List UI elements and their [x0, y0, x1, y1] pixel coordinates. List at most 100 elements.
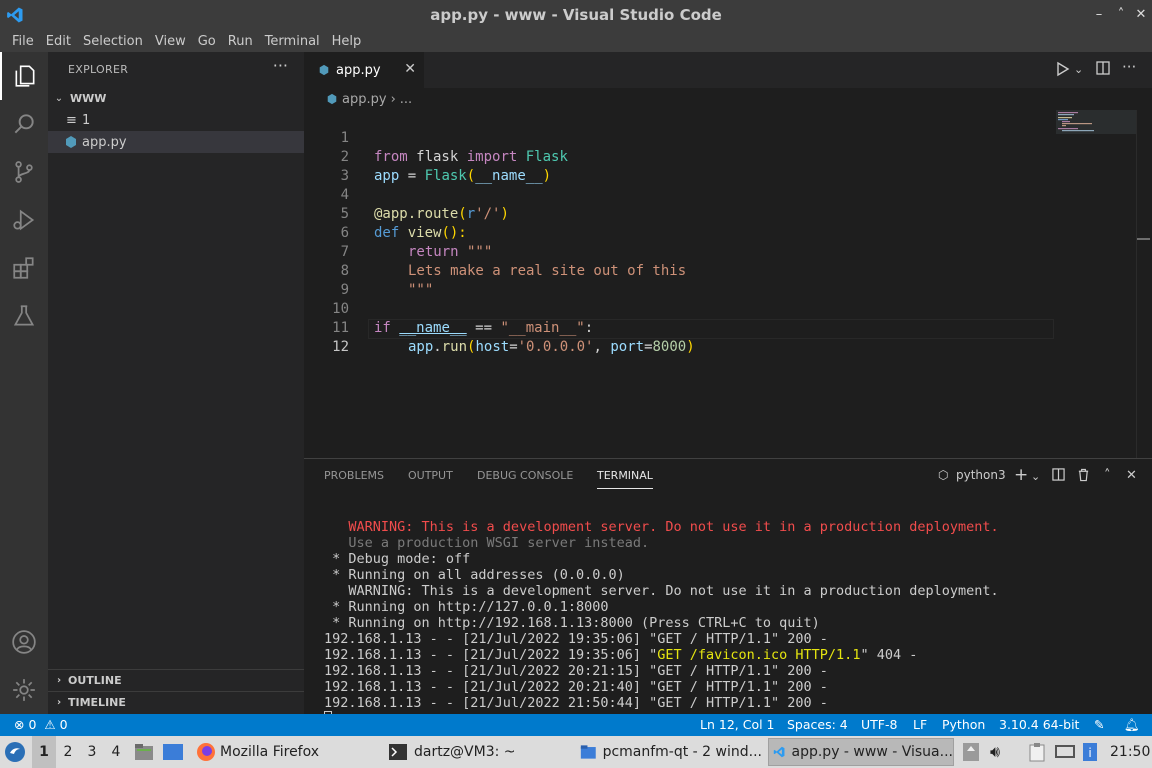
chevron-right-icon: › — [56, 675, 62, 686]
show-desktop-icon[interactable] — [162, 736, 184, 768]
account-icon[interactable] — [0, 618, 48, 666]
info-tray-icon[interactable]: i — [1082, 736, 1098, 768]
more-actions-icon[interactable]: ··· — [1122, 58, 1136, 76]
menu-view[interactable]: View — [149, 34, 192, 49]
folder-icon — [580, 745, 596, 759]
encoding[interactable]: UTF-8 — [861, 717, 897, 732]
source-control-icon[interactable] — [0, 148, 48, 196]
terminal-line: * Debug mode: off — [324, 551, 471, 567]
tab-problems[interactable]: PROBLEMS — [324, 469, 384, 482]
menu-selection[interactable]: Selection — [77, 34, 149, 49]
window-title: app.py - www - Visual Studio Code — [430, 6, 722, 24]
outline-section[interactable]: › OUTLINE — [48, 669, 304, 691]
file-item-app-py[interactable]: app.py — [48, 131, 304, 153]
terminal-shell-name[interactable]: python3 — [956, 468, 1006, 482]
terminal-line: WARNING: This is a development server. D… — [324, 519, 999, 535]
menu-bar: File Edit Selection View Go Run Terminal… — [0, 30, 1152, 52]
warning-icon: ⚠ — [44, 717, 56, 732]
file-manager-launcher-icon[interactable] — [134, 736, 154, 768]
run-debug-icon[interactable] — [0, 196, 48, 244]
problems-status[interactable]: ⊗ 0 ⚠ 0 — [14, 717, 68, 732]
language-mode[interactable]: Python — [942, 717, 985, 732]
extensions-icon[interactable] — [0, 244, 48, 292]
taskbar: 1 2 3 4 Mozilla Firefox dartz@VM3: ~ pcm… — [0, 736, 1152, 768]
breadcrumb-separator: › — [390, 91, 396, 107]
tab-output[interactable]: OUTPUT — [408, 469, 453, 482]
terminal-line: * Running on http://127.0.0.1:8000 — [324, 599, 609, 615]
text-file-icon: ≡ — [66, 112, 77, 128]
new-terminal-icon[interactable]: + — [1014, 465, 1028, 485]
breadcrumb-more[interactable]: ... — [400, 92, 412, 107]
python-file-icon — [319, 64, 329, 76]
volume-icon[interactable]: 🔊︎ — [990, 736, 1000, 768]
end-of-line[interactable]: LF — [913, 717, 927, 732]
testing-icon[interactable] — [0, 292, 48, 340]
task-firefox[interactable]: Mozilla Firefox — [192, 738, 378, 766]
close-window-icon[interactable]: ✕ — [1130, 4, 1152, 26]
manage-gear-icon[interactable] — [0, 666, 48, 714]
breadcrumb-file[interactable]: app.py — [342, 92, 387, 107]
desktop-3[interactable]: 3 — [80, 736, 104, 768]
kill-terminal-trash-icon[interactable] — [1077, 468, 1090, 486]
restore-icon[interactable]: ˄ — [1110, 4, 1132, 26]
terminal-line: 192.168.1.13 - - [21/Jul/2022 19:35:06] … — [324, 647, 918, 663]
file-item-1[interactable]: ≡ 1 — [48, 109, 304, 131]
firefox-icon — [197, 743, 215, 761]
status-bar: ⊗ 0 ⚠ 0 Ln 12, Col 1 Spaces: 4 UTF-8 LF … — [0, 714, 1152, 736]
task-terminal[interactable]: dartz@VM3: ~ — [384, 738, 570, 766]
start-menu-icon[interactable] — [4, 736, 26, 768]
menu-run[interactable]: Run — [222, 34, 259, 49]
explorer-icon[interactable] — [0, 52, 48, 100]
run-file-icon[interactable] — [1056, 61, 1070, 81]
error-icon: ⊗ — [14, 717, 25, 732]
code-line: 12 — [332, 339, 349, 355]
menu-file[interactable]: File — [6, 34, 40, 49]
terminal-icon — [389, 744, 407, 760]
feedback-icon[interactable]: ✎ — [1094, 717, 1104, 732]
menu-terminal[interactable]: Terminal — [259, 34, 326, 49]
menu-help[interactable]: Help — [326, 34, 368, 49]
desktop-2[interactable]: 2 — [56, 736, 80, 768]
file-label: 1 — [82, 112, 91, 128]
task-vscode[interactable]: app.py - www - Visua... — [768, 738, 954, 766]
activity-bar — [0, 52, 48, 714]
minimize-icon[interactable]: – — [1088, 4, 1110, 26]
terminal-options-chevron-icon[interactable]: ⌄ — [1031, 470, 1040, 483]
indentation[interactable]: Spaces: 4 — [787, 717, 848, 732]
desktop-4[interactable]: 4 — [104, 736, 128, 768]
editor-scrollbar[interactable] — [1136, 110, 1150, 458]
menu-go[interactable]: Go — [192, 34, 222, 49]
maximize-panel-chevron-icon[interactable]: ˄ — [1104, 468, 1111, 483]
close-tab-icon[interactable]: ✕ — [404, 61, 416, 77]
timeline-label: TIMELINE — [68, 696, 126, 709]
timeline-section[interactable]: › TIMELINE — [48, 691, 304, 713]
desktop-1[interactable]: 1 — [32, 736, 56, 768]
svg-text:i: i — [1088, 746, 1091, 760]
search-icon[interactable] — [0, 100, 48, 148]
menu-edit[interactable]: Edit — [40, 34, 77, 49]
tab-app-py[interactable]: app.py ✕ — [304, 52, 424, 88]
run-options-chevron-icon[interactable]: ⌄ — [1074, 63, 1083, 76]
terminal-line: * Running on http://192.168.1.13:8000 (P… — [324, 615, 820, 631]
network-tray-icon[interactable] — [1054, 736, 1076, 768]
python-interpreter[interactable]: 3.10.4 64-bit — [999, 717, 1079, 732]
folder-label: WWW — [70, 91, 107, 105]
cursor-position[interactable]: Ln 12, Col 1 — [700, 717, 775, 732]
tab-debug-console[interactable]: DEBUG CONSOLE — [477, 469, 573, 482]
task-file-manager[interactable]: pcmanfm-qt - 2 wind... — [576, 738, 762, 766]
close-panel-icon[interactable]: ✕ — [1126, 468, 1137, 483]
update-tray-icon[interactable] — [962, 736, 980, 768]
clock[interactable]: 21:50 — [1110, 736, 1150, 768]
code-line: 10 if __name__ == "__main__": — [332, 301, 594, 336]
code-editor[interactable]: 1 from flask import Flask 2 app = Flask(… — [304, 110, 1152, 458]
explorer-title: EXPLORER — [68, 63, 129, 76]
minimap[interactable] — [1056, 110, 1136, 458]
split-editor-icon[interactable] — [1096, 61, 1110, 79]
notifications-bell-icon[interactable]: 🔔︎ — [1124, 717, 1140, 733]
file-label: app.py — [82, 134, 127, 150]
clipboard-tray-icon[interactable] — [1028, 736, 1046, 768]
tab-terminal[interactable]: TERMINAL — [597, 469, 653, 489]
more-actions-icon[interactable]: ··· — [273, 56, 288, 75]
folder-www[interactable]: ⌄ WWW — [48, 87, 304, 109]
split-terminal-icon[interactable] — [1052, 468, 1065, 485]
